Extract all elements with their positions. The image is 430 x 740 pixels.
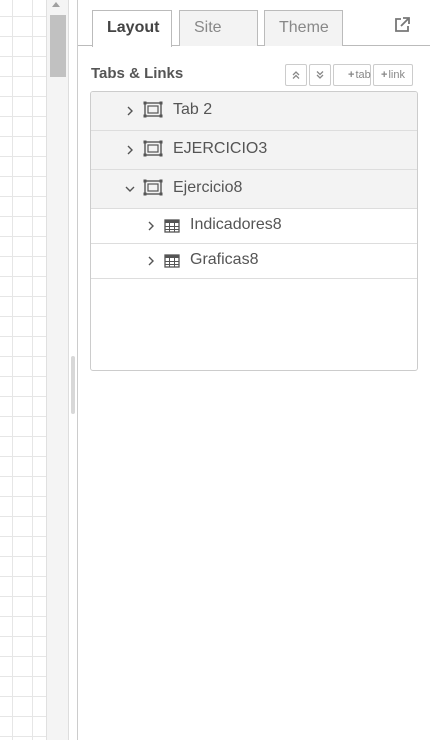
chevron-down-icon[interactable] (124, 183, 136, 195)
table-icon (164, 218, 180, 239)
chevrons-up-icon (292, 71, 300, 79)
tree-row-indicadores8[interactable]: Indicadores8 (91, 209, 417, 244)
tab-layout[interactable]: Layout (92, 10, 172, 47)
splitter-grip[interactable] (71, 356, 75, 414)
plus-icon: + (348, 69, 355, 81)
tabs-links-tree: Tab 2 EJERCICIO3 Ejercicio8 Indicadores8… (90, 91, 418, 371)
tree-row-ejercicio3[interactable]: EJERCICIO3 (91, 131, 417, 170)
add-link-button[interactable]: +link (373, 64, 413, 86)
chevron-right-icon[interactable] (124, 105, 136, 117)
tree-label: Indicadores8 (190, 216, 282, 233)
sidebar-tabbar: Layout Site Theme (78, 0, 430, 47)
tree-row-tab-2[interactable]: Tab 2 (91, 92, 417, 131)
add-tab-label: tab (355, 69, 371, 81)
scroll-up-arrow-icon[interactable] (52, 2, 60, 7)
external-link-icon[interactable] (393, 16, 411, 34)
chevron-right-icon[interactable] (124, 144, 136, 156)
tree-row-ejercicio8[interactable]: Ejercicio8 (91, 170, 417, 209)
section-title: Tabs & Links (91, 65, 184, 82)
chevron-right-icon[interactable] (145, 220, 157, 232)
tree-label: Ejercicio8 (173, 179, 243, 196)
tab-theme[interactable]: Theme (264, 10, 343, 46)
tab-frame-icon (143, 178, 163, 203)
tree-row-graficas8[interactable]: Graficas8 (91, 244, 417, 279)
table-icon (164, 253, 180, 274)
expand-all-button[interactable] (309, 64, 331, 86)
tab-site[interactable]: Site (179, 10, 258, 46)
dashboard-sidebar: Layout Site Theme Tabs & Links +tab +lin… (78, 0, 430, 740)
tab-frame-icon (143, 100, 163, 125)
scrollbar-thumb[interactable] (50, 15, 66, 77)
flow-workspace-grid[interactable] (0, 0, 46, 740)
workspace-scrollbar[interactable] (46, 0, 68, 740)
tree-label: EJERCICIO3 (173, 140, 268, 157)
plus-icon: + (381, 69, 388, 81)
collapse-all-button[interactable] (285, 64, 307, 86)
tab-frame-icon (143, 139, 163, 164)
chevron-right-icon[interactable] (145, 255, 157, 267)
tree-label: Tab 2 (173, 101, 213, 118)
tree-label: Graficas8 (190, 251, 259, 268)
add-tab-button[interactable]: +tab (333, 64, 371, 86)
chevrons-down-icon (316, 71, 324, 79)
add-link-label: link (388, 69, 405, 81)
sidebar-splitter[interactable] (68, 0, 78, 740)
